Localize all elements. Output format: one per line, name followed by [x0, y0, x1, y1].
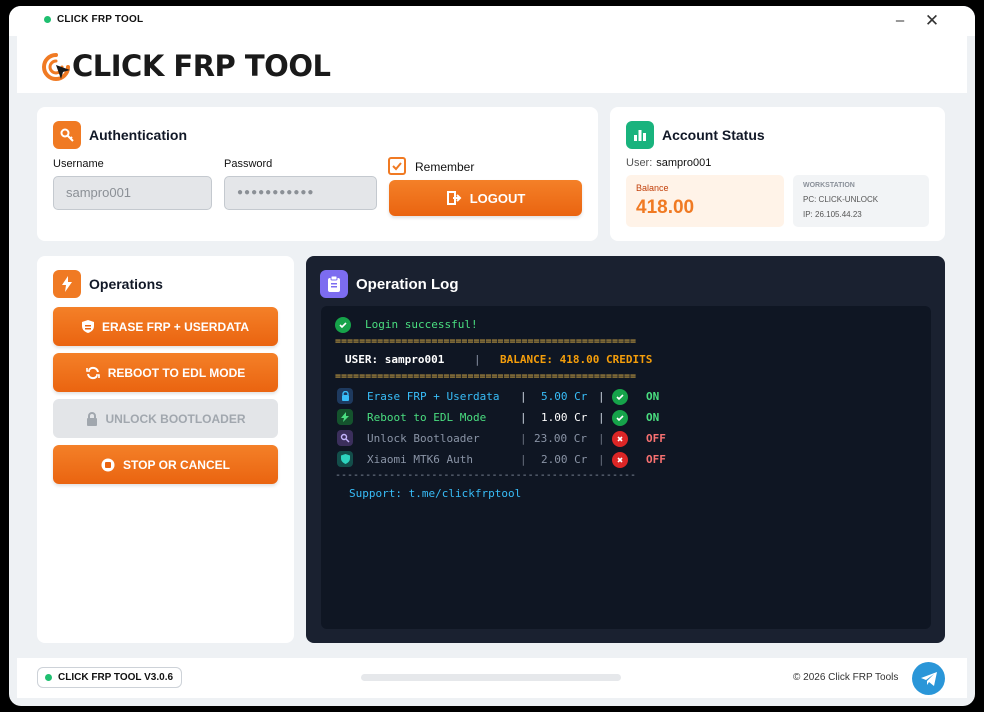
operations-card: Operations ERASE FRP + USERDATA REBOOT T… [37, 256, 294, 643]
account-card: Account Status User: sampro001 Balance 41… [610, 107, 945, 241]
log-console[interactable]: Login successful! ======================… [321, 306, 931, 629]
log-pipe: | [598, 432, 605, 445]
balance-box: Balance 418.00 [626, 175, 784, 227]
disabled-x-icon [612, 452, 628, 468]
shield-icon [81, 320, 94, 333]
log-pipe: | [598, 411, 605, 424]
erase-frp-label: ERASE FRP + USERDATA [101, 319, 250, 334]
title-bar: CLICK FRP TOOL – ✕ [9, 6, 975, 36]
username-label: Username [53, 158, 104, 170]
key-icon [53, 121, 81, 149]
disabled-x-icon [612, 431, 628, 447]
log-separator: ========================================… [335, 336, 637, 347]
log-row-status: OFF [646, 432, 666, 445]
close-button[interactable]: ✕ [919, 10, 945, 32]
logo-cursor-icon [42, 53, 70, 81]
window-title: CLICK FRP TOOL [57, 14, 144, 25]
logout-label: LOGOUT [469, 190, 526, 206]
log-row-name: Erase FRP + Userdata [367, 390, 500, 403]
stop-icon [101, 458, 115, 471]
logo-text: CLICK FRP TOOL [72, 49, 331, 83]
log-row-status: OFF [646, 453, 666, 466]
copyright: © 2026 Click FRP Tools [793, 672, 899, 683]
enabled-check-icon [612, 389, 628, 405]
logout-icon [446, 191, 462, 205]
account-title: Account Status [662, 127, 765, 143]
status-dot [44, 16, 51, 23]
stop-cancel-button[interactable]: STOP OR CANCEL [53, 445, 278, 484]
log-row-cost: 2.00 Cr [541, 453, 588, 466]
auth-title: Authentication [89, 127, 187, 143]
password-field[interactable]: ●●●●●●●●●●● [224, 176, 377, 210]
log-row-cost: 1.00 Cr [541, 411, 588, 424]
log-separator-dash: ----------------------------------------… [335, 470, 637, 481]
log-row-name: Unlock Bootloader [367, 432, 480, 445]
telegram-button[interactable] [912, 662, 945, 695]
log-pipe: | [520, 411, 527, 424]
lock-icon [86, 411, 97, 426]
user-label: User: [626, 157, 653, 169]
balance-label: Balance [636, 183, 669, 193]
log-title: Operation Log [356, 276, 459, 293]
progress-bar [361, 674, 621, 681]
footer: CLICK FRP TOOL V3.0.6 © 2026 Click FRP T… [17, 658, 967, 698]
log-row-name: Reboot to EDL Mode [367, 411, 487, 424]
log-pipe: | [598, 453, 605, 466]
log-row-name: Xiaomi MTK6 Auth [367, 453, 473, 466]
user-value: sampro001 [656, 157, 712, 169]
erase-frp-button[interactable]: ERASE FRP + USERDATA [53, 307, 278, 346]
workstation-title: WORKSTATION [803, 182, 855, 189]
workstation-box: WORKSTATION PC: CLICK-UNLOCK IP: 26.105.… [793, 175, 929, 227]
log-support[interactable]: Support: t.me/clickfrptool [349, 487, 521, 500]
remember-label: Remember [415, 160, 475, 174]
log-row-status: ON [646, 390, 660, 403]
log-user: USER: sampro001 [345, 353, 445, 366]
workstation-ip: IP: 26.105.44.23 [803, 210, 862, 219]
log-pipe: | [520, 432, 527, 445]
auth-card: Authentication Username sampro001 Passwo… [37, 107, 598, 241]
reboot-edl-button[interactable]: REBOOT TO EDL MODE [53, 353, 278, 392]
stop-cancel-label: STOP OR CANCEL [123, 457, 230, 472]
status-dot [45, 674, 52, 681]
check-icon [392, 162, 402, 171]
telegram-icon [920, 671, 937, 686]
key-icon [337, 430, 353, 446]
log-pipe: | [520, 453, 527, 466]
password-label: Password [224, 158, 273, 170]
log-pipe: | [520, 390, 527, 403]
refresh-icon [85, 366, 100, 379]
balance-value: 418.00 [636, 197, 695, 218]
version-badge: CLICK FRP TOOL V3.0.6 [37, 667, 183, 688]
shield-icon [337, 451, 353, 467]
unlock-bootloader-button[interactable]: UNLOCK BOOTLOADER [53, 399, 278, 438]
log-separator: ========================================… [335, 371, 637, 382]
reboot-edl-label: REBOOT TO EDL MODE [107, 365, 246, 380]
operations-title: Operations [89, 276, 163, 292]
log-row-cost: 23.00 Cr [534, 432, 587, 445]
log-balance: BALANCE: 418.00 CREDITS [500, 353, 653, 366]
clipboard-icon [320, 270, 348, 298]
version-label: CLICK FRP TOOL V3.0.6 [58, 672, 174, 683]
bolt-icon [337, 409, 353, 425]
log-pipe: | [474, 353, 481, 366]
log-login-message: Login successful! [365, 318, 478, 331]
lock-icon [337, 388, 353, 404]
account-user: User: sampro001 [626, 157, 711, 169]
bolt-icon [53, 270, 81, 298]
operation-log-card: Operation Log Login successful! ========… [306, 256, 945, 643]
header: CLICK FRP TOOL [17, 36, 967, 93]
success-check-icon [335, 317, 351, 333]
log-pipe: | [598, 390, 605, 403]
minimize-button[interactable]: – [887, 10, 913, 32]
log-row-status: ON [646, 411, 660, 424]
app-window: CLICK FRP TOOL – ✕ CLICK FRP TOOL Authen… [9, 6, 975, 706]
logout-button[interactable]: LOGOUT [389, 180, 582, 216]
log-row-cost: 5.00 Cr [541, 390, 588, 403]
remember-checkbox[interactable] [388, 157, 406, 175]
workstation-pc: PC: CLICK-UNLOCK [803, 195, 879, 204]
unlock-bootloader-label: UNLOCK BOOTLOADER [105, 411, 246, 426]
username-field[interactable]: sampro001 [53, 176, 212, 210]
chart-icon [626, 121, 654, 149]
enabled-check-icon [612, 410, 628, 426]
